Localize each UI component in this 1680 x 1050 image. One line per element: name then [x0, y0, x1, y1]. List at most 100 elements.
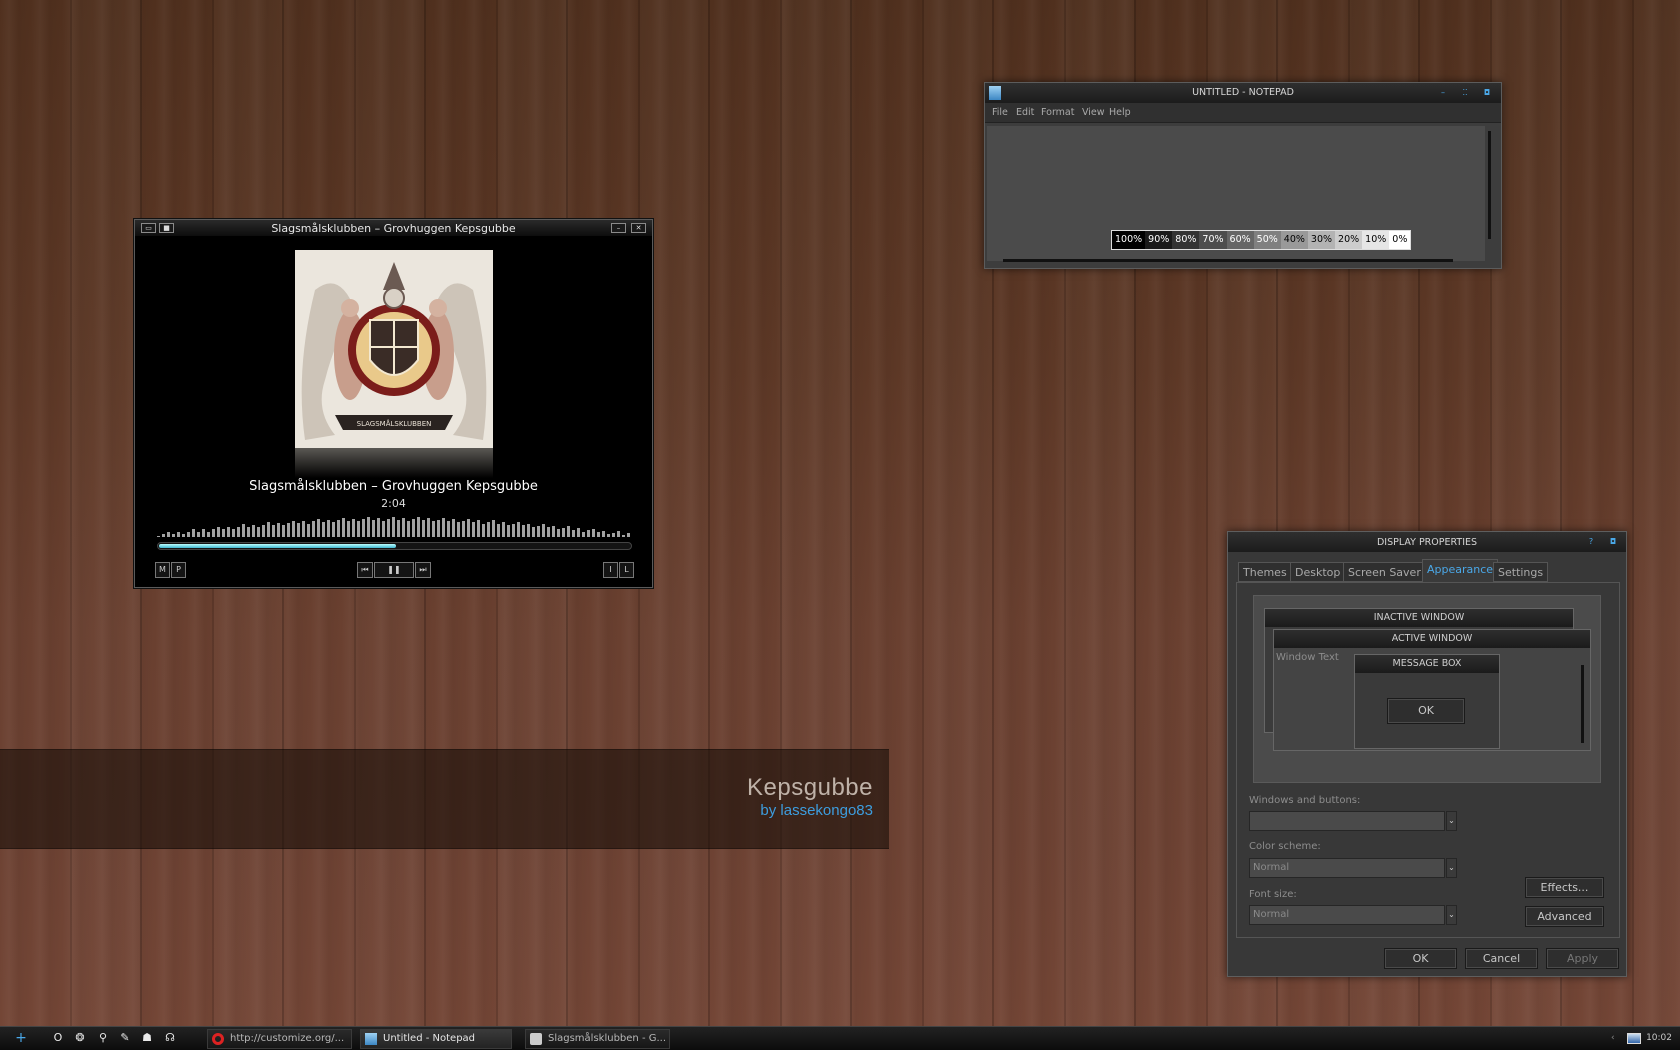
- tab-settings[interactable]: Settings: [1493, 562, 1549, 582]
- task-opera[interactable]: http://customize.org/...: [207, 1029, 352, 1049]
- pause-button[interactable]: ❚❚: [374, 562, 414, 578]
- visualizer-bar: [327, 520, 330, 537]
- visualizer-bar: [167, 532, 170, 537]
- appearance-preview: INACTIVE WINDOW ACTIVE WINDOW Window Tex…: [1253, 595, 1601, 783]
- visualizer-bar: [232, 529, 235, 537]
- visualizer-bar: [407, 521, 410, 537]
- visualizer-bar: [522, 525, 525, 537]
- visualizer-bar: [267, 522, 270, 537]
- apply-button[interactable]: Apply: [1546, 948, 1619, 969]
- visualizer-bar: [302, 521, 305, 537]
- windows-buttons-label: Windows and buttons:: [1249, 795, 1361, 806]
- headphones-icon[interactable]: ☊: [163, 1031, 177, 1045]
- visualizer-bar: [182, 534, 185, 537]
- notepad-minimize-icon[interactable]: –: [1438, 88, 1448, 98]
- visualizer-bar: [367, 517, 370, 537]
- visualizer-bar: [592, 529, 595, 537]
- notepad-window: UNTITLED - NOTEPAD – ⁚⁚ ◘ File Edit Form…: [984, 82, 1502, 269]
- now-playing-track: Slagsmålsklubben – Grovhuggen Kepsgubbe: [249, 479, 538, 494]
- task-media-player-label: Slagsmålsklubben - G...: [548, 1033, 667, 1044]
- advanced-button[interactable]: Advanced: [1525, 906, 1604, 927]
- tab-screen-saver[interactable]: Screen Saver: [1343, 562, 1426, 582]
- visualizer-bar: [467, 519, 470, 537]
- chevron-down-icon[interactable]: ⌄: [1446, 811, 1457, 831]
- display-close-icon[interactable]: ◘: [1608, 537, 1618, 547]
- visualizer-bar: [432, 521, 435, 537]
- effects-button[interactable]: Effects...: [1525, 877, 1604, 898]
- font-size-select[interactable]: Normal: [1249, 905, 1445, 925]
- visualizer-bar: [332, 522, 335, 537]
- windows-buttons-select[interactable]: [1249, 811, 1445, 831]
- display-properties-titlebar[interactable]: DISPLAY PROPERTIES ? ◘: [1228, 532, 1626, 552]
- search-icon[interactable]: ⚲: [96, 1031, 110, 1045]
- firefox-launch-icon[interactable]: ❂: [73, 1031, 87, 1045]
- network-tray-icon[interactable]: [1627, 1033, 1641, 1044]
- previous-track-button[interactable]: ⏮: [357, 562, 373, 578]
- tab-desktop[interactable]: Desktop: [1290, 562, 1346, 582]
- visualizer-bar: [427, 518, 430, 537]
- preview-message-box: MESSAGE BOX OK: [1354, 654, 1500, 749]
- preview-window-text: Window Text: [1276, 652, 1339, 663]
- player-minimize-icon[interactable]: –: [611, 223, 626, 233]
- next-track-button[interactable]: ⏭: [415, 562, 431, 578]
- seek-bar[interactable]: [157, 542, 632, 550]
- visualizer-bar: [382, 521, 385, 537]
- player-l-button[interactable]: L: [619, 562, 634, 578]
- visualizer-bar: [262, 525, 265, 537]
- audio-visualizer: [157, 517, 630, 537]
- notes-icon[interactable]: ✎: [118, 1031, 132, 1045]
- menu-help[interactable]: Help: [1109, 107, 1131, 118]
- chevron-down-icon[interactable]: ⌄: [1446, 858, 1457, 878]
- notepad-vertical-scrollbar[interactable]: [1488, 131, 1491, 239]
- visualizer-bar: [272, 525, 275, 537]
- tab-appearance[interactable]: Appearance: [1422, 559, 1499, 582]
- notepad-text-area[interactable]: 100% 90% 80% 70% 60% 50% 40% 30% 20% 10% 0%: [987, 126, 1485, 261]
- tray-expand-icon[interactable]: ‹: [1611, 1033, 1615, 1043]
- notepad-titlebar[interactable]: UNTITLED - NOTEPAD – ⁚⁚ ◘: [985, 83, 1501, 103]
- media-icon[interactable]: ☗: [140, 1031, 154, 1045]
- taskbar: + O ❂ ⚲ ✎ ☗ ☊ http://customize.org/... U…: [0, 1026, 1680, 1050]
- coat-of-arms-image: SLAGSMÅLSKLUBBEN: [295, 250, 493, 448]
- player-titlebar[interactable]: ▭ ■ Slagsmålsklubben – Grovhuggen Kepsgu…: [135, 220, 652, 236]
- color-scheme-select[interactable]: Normal: [1249, 858, 1445, 878]
- start-button[interactable]: +: [14, 1031, 28, 1045]
- player-m-button[interactable]: M: [155, 562, 170, 578]
- notepad-close-icon[interactable]: ◘: [1482, 88, 1492, 98]
- gray-swatch-strip: 100% 90% 80% 70% 60% 50% 40% 30% 20% 10% 0%: [1111, 230, 1412, 250]
- menu-file[interactable]: File: [992, 107, 1008, 118]
- preview-ok-button: OK: [1387, 698, 1465, 724]
- help-icon[interactable]: ?: [1586, 537, 1596, 547]
- visualizer-bar: [452, 519, 455, 537]
- opera-launch-icon[interactable]: O: [51, 1031, 65, 1045]
- tab-themes[interactable]: Themes: [1238, 562, 1292, 582]
- menu-format[interactable]: Format: [1041, 107, 1074, 118]
- visualizer-bar: [517, 522, 520, 537]
- menu-view[interactable]: View: [1082, 107, 1105, 118]
- chevron-down-icon[interactable]: ⌄: [1446, 905, 1457, 925]
- visualizer-bar: [172, 534, 175, 537]
- task-notepad[interactable]: Untitled - Notepad: [360, 1029, 512, 1049]
- visualizer-bar: [412, 519, 415, 537]
- visualizer-bar: [322, 522, 325, 537]
- ok-button[interactable]: OK: [1384, 948, 1457, 969]
- visualizer-bar: [577, 528, 580, 537]
- task-media-player[interactable]: Slagsmålsklubben - G...: [525, 1029, 670, 1049]
- swatch-30pct: 30%: [1307, 231, 1336, 249]
- visualizer-bar: [442, 518, 445, 537]
- banner-author: by lassekongo83: [760, 802, 873, 819]
- wallpaper-banner: Kepsgubbe by lassekongo83: [0, 749, 889, 849]
- visualizer-bar: [482, 524, 485, 537]
- player-close-icon[interactable]: ✕: [631, 223, 646, 233]
- notepad-horizontal-scrollbar[interactable]: [1003, 259, 1453, 262]
- menu-edit[interactable]: Edit: [1016, 107, 1034, 118]
- cancel-button[interactable]: Cancel: [1465, 948, 1538, 969]
- notepad-maximize-icon[interactable]: ⁚⁚: [1460, 88, 1470, 98]
- player-p-button[interactable]: P: [171, 562, 186, 578]
- visualizer-bar: [157, 536, 160, 537]
- visualizer-bar: [192, 529, 195, 537]
- visualizer-bar: [462, 521, 465, 537]
- preview-active-title: ACTIVE WINDOW: [1274, 630, 1590, 648]
- banner-title: Kepsgubbe: [747, 774, 873, 801]
- player-i-button[interactable]: I: [603, 562, 618, 578]
- display-properties-title: DISPLAY PROPERTIES: [1376, 537, 1478, 548]
